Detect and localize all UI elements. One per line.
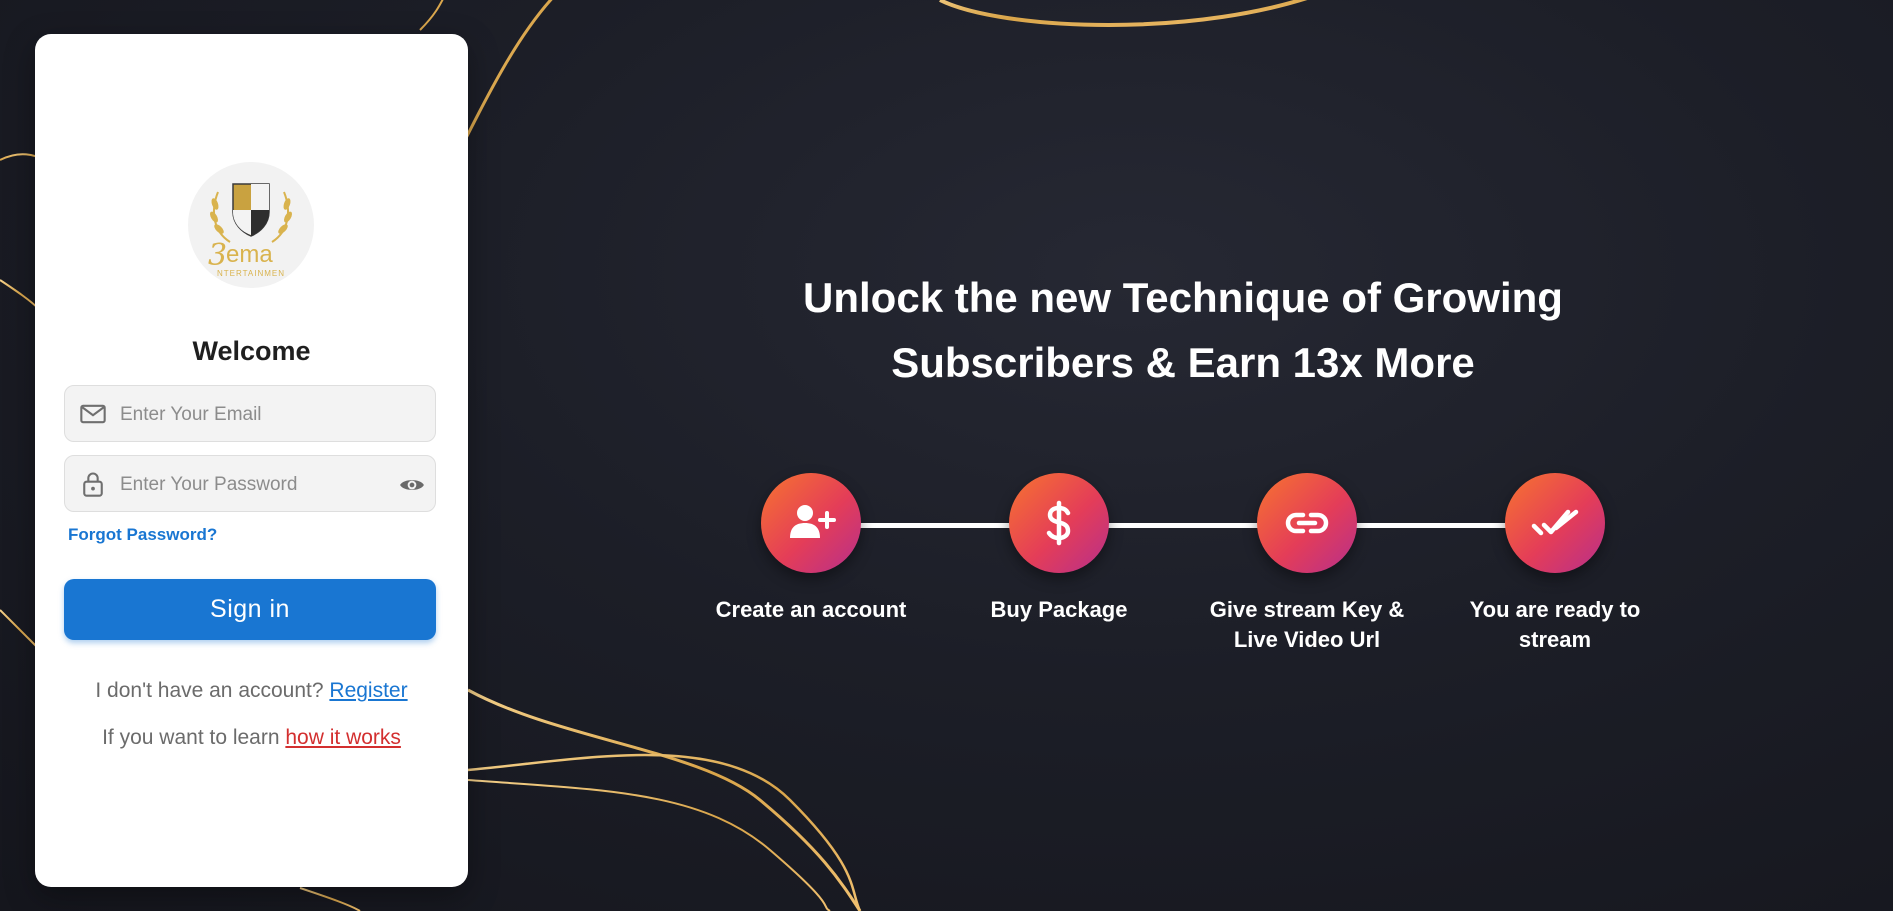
learn-prompt-text: If you want to learn	[102, 726, 280, 749]
hero-headline-line1: Unlock the new Technique of Growing	[803, 274, 1563, 321]
step-label: You are ready to stream	[1469, 597, 1641, 652]
lock-icon	[83, 472, 103, 497]
step-icon-circle	[1009, 473, 1109, 573]
how-it-works-link[interactable]: how it works	[285, 726, 401, 749]
link-icon	[1285, 512, 1329, 534]
login-card: 3 ema NTERTAINMEN Welcome Forgot Passwor…	[35, 34, 468, 887]
sign-in-button[interactable]: Sign in	[64, 579, 436, 640]
password-input[interactable]	[118, 456, 392, 513]
logo-subtext: NTERTAINMEN	[217, 269, 285, 278]
email-input[interactable]	[118, 386, 392, 443]
forgot-password-link[interactable]: Forgot Password?	[68, 525, 217, 545]
add-user-icon	[790, 505, 836, 538]
brand-logo: 3 ema NTERTAINMEN	[188, 162, 314, 288]
learn-prompt-row: If you want to learn how it works	[35, 726, 468, 750]
show-password-eye-icon[interactable]	[399, 472, 425, 498]
mail-icon	[80, 404, 106, 424]
step-create-account: Create an account	[701, 473, 921, 625]
step-buy-package: Buy Package	[949, 473, 1169, 625]
step-icon-circle	[761, 473, 861, 573]
register-prompt-row: I don't have an account? Register	[35, 679, 468, 703]
step-label: Buy Package	[990, 597, 1128, 622]
email-field[interactable]	[64, 385, 436, 443]
register-prompt-text: I don't have an account?	[95, 679, 324, 702]
step-icon-circle	[1505, 473, 1605, 573]
logo-text: ema	[226, 241, 273, 268]
step-icon-circle	[1257, 473, 1357, 573]
step-label: Give stream Key & Live Video Url	[1209, 597, 1405, 652]
hero-headline-line2: Subscribers & Earn 13x More	[891, 339, 1475, 386]
step-give-stream-key: Give stream Key & Live Video Url	[1197, 473, 1417, 655]
double-check-icon	[1531, 509, 1579, 536]
password-field[interactable]	[64, 455, 436, 513]
register-link[interactable]: Register	[329, 679, 407, 702]
hero-headline: Unlock the new Technique of Growing Subs…	[683, 265, 1683, 395]
welcome-title: Welcome	[192, 336, 311, 366]
svg-text:3: 3	[208, 238, 227, 273]
dollar-icon	[1046, 500, 1071, 546]
step-ready-to-stream: You are ready to stream	[1445, 473, 1665, 655]
step-label: Create an account	[715, 597, 907, 622]
